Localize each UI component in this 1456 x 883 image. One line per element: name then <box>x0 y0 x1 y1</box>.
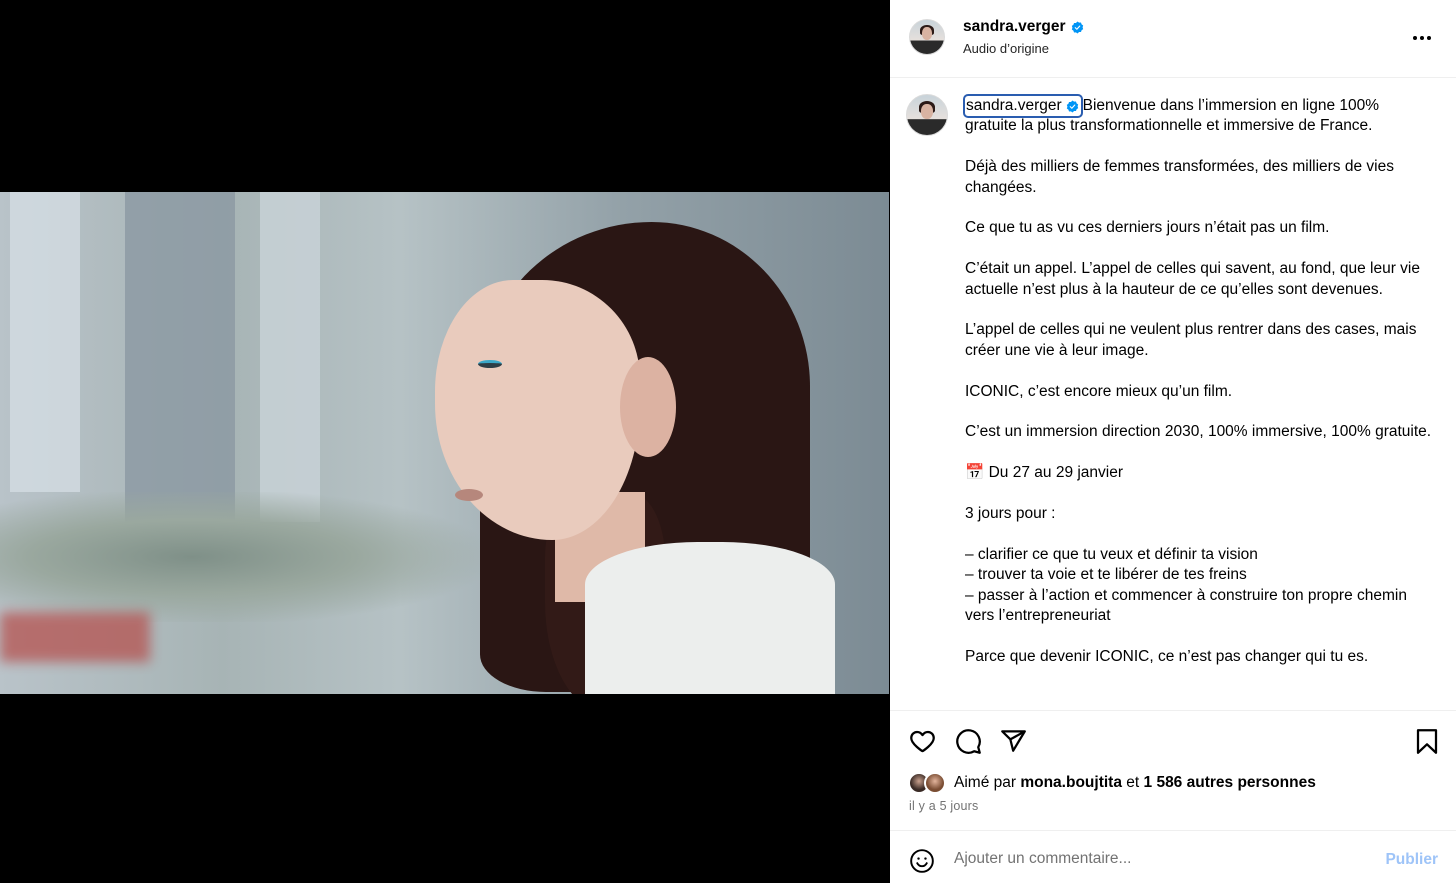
comment-icon <box>955 728 981 754</box>
caption-paragraph: 📅 Du 27 au 29 janvier <box>965 464 1124 482</box>
background-building <box>260 192 320 522</box>
avatar[interactable] <box>906 94 948 136</box>
more-options-button[interactable] <box>1410 26 1434 50</box>
emoji-picker-button[interactable] <box>908 847 936 875</box>
caption-intro: sandra.verger Bienvenue dans l’immersion… <box>963 93 1435 137</box>
background-blur <box>0 612 150 662</box>
caption-paragraph: L’appel de celles qui ne veulent plus re… <box>965 321 1417 359</box>
likes-count-link[interactable]: 1 586 autres personnes <box>1144 774 1316 792</box>
publish-button[interactable]: Publier <box>1385 851 1438 869</box>
video-player[interactable] <box>0 192 889 694</box>
verified-badge-icon <box>1066 100 1078 113</box>
post-timestamp[interactable]: il y a 5 jours <box>909 799 979 813</box>
likes-prefix: Aimé par <box>954 774 1017 791</box>
caption-paragraph: C’est un immersion direction 2030, 100% … <box>965 423 1432 441</box>
caption-paragraph: Parce que devenir ICONIC, ce n’est pas c… <box>965 647 1369 665</box>
likes-connector: et <box>1126 774 1140 791</box>
background-building <box>10 192 80 492</box>
caption-paragraph: ICONIC, c’est encore mieux qu’un film. <box>965 382 1233 400</box>
like-button[interactable] <box>908 727 936 755</box>
caption-list: – clarifier ce que tu veux et définir ta… <box>965 545 1435 627</box>
caption-username[interactable]: sandra.verger <box>966 96 1062 116</box>
post-actions: Aimé par mona.boujtita et 1 586 autres p… <box>890 710 1456 830</box>
liker-avatars <box>908 772 950 794</box>
woman-eye <box>478 360 502 368</box>
caption-text: sandra.verger Bienvenue dans l’immersion… <box>963 93 1435 688</box>
share-icon <box>1000 729 1026 752</box>
likes-summary: Aimé par mona.boujtita et 1 586 autres p… <box>908 772 1316 794</box>
heart-icon <box>909 730 935 752</box>
media-viewer <box>0 0 890 883</box>
comment-button[interactable] <box>954 727 982 755</box>
post-side-panel: sandra.verger Audio d’origine sandra.ver… <box>890 0 1456 883</box>
woman-ear <box>620 357 676 457</box>
caption-username-link[interactable]: sandra.verger <box>963 93 1083 119</box>
woman-lips <box>455 489 483 501</box>
caption-list-item: – passer à l’action et commencer à const… <box>965 586 1407 625</box>
emoji-icon <box>910 849 934 873</box>
liker-username[interactable]: mona.boujtita <box>1020 774 1122 792</box>
audio-link[interactable]: Audio d’origine <box>963 41 1049 56</box>
caption-paragraph: Ce que tu as vu ces derniers jours n’éta… <box>965 219 1330 237</box>
caption-list-item: – clarifier ce que tu veux et définir ta… <box>965 545 1258 563</box>
post-author[interactable]: sandra.verger <box>963 18 1084 36</box>
comment-composer: Publier <box>890 830 1456 883</box>
comment-input[interactable] <box>954 850 1354 868</box>
white-turtleneck <box>585 542 835 694</box>
avatar[interactable] <box>909 19 945 55</box>
verified-badge-icon <box>1071 20 1083 34</box>
caption-paragraph: Déjà des milliers de femmes transformées… <box>965 158 1394 196</box>
more-options-icon <box>1413 36 1431 40</box>
avatar[interactable] <box>924 772 946 794</box>
caption-list-item: – trouver ta voie et te libérer de tes f… <box>965 566 1247 584</box>
post-header: sandra.verger Audio d’origine <box>890 0 1456 78</box>
caption-paragraph: 3 jours pour : <box>965 505 1056 522</box>
author-username[interactable]: sandra.verger <box>963 18 1066 36</box>
caption-paragraph: C’était un appel. L’appel de celles qui … <box>965 260 1420 298</box>
share-button[interactable] <box>999 727 1027 755</box>
bookmark-icon <box>1416 728 1438 754</box>
post-caption: sandra.verger Bienvenue dans l’immersion… <box>890 78 1456 710</box>
background-foliage <box>0 492 480 622</box>
save-button[interactable] <box>1413 727 1441 755</box>
